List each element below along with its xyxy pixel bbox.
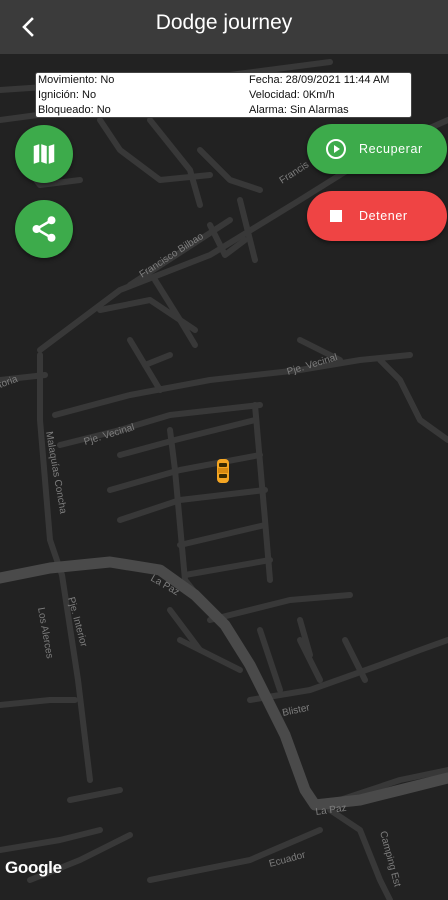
car-icon <box>217 459 229 483</box>
detener-label: Detener <box>359 209 408 223</box>
svg-text:Francis: Francis <box>278 159 311 186</box>
share-icon <box>32 216 56 242</box>
map-type-button[interactable] <box>15 125 73 183</box>
play-circle-icon <box>326 139 346 159</box>
recuperar-label: Recuperar <box>359 142 423 156</box>
vehicle-info-panel: Movimiento: No Fecha: 28/09/2021 11:44 A… <box>35 72 412 118</box>
alarma-text: Alarma: Sin Alarmas <box>249 104 349 116</box>
svg-text:Blister: Blister <box>281 702 311 719</box>
share-button[interactable] <box>15 200 73 258</box>
bloqueado-text: Bloqueado: No <box>38 104 111 116</box>
ignicion-text: Ignición: No <box>38 89 97 101</box>
detener-button[interactable]: Detener <box>307 191 447 241</box>
stop-icon <box>330 210 342 222</box>
movimiento-text: Movimiento: No <box>38 74 115 86</box>
fecha-text: Fecha: 28/09/2021 11:44 AM <box>249 74 390 86</box>
velocidad-text: Velocidad: 0Km/h <box>249 89 335 101</box>
recuperar-button[interactable]: Recuperar <box>307 124 447 174</box>
map-icon <box>31 141 57 167</box>
vehicle-marker[interactable] <box>216 458 230 489</box>
svg-text:Los Alerces: Los Alerces <box>35 607 55 660</box>
google-logo: Google <box>5 858 62 877</box>
page-title: Dodge journey <box>155 11 293 34</box>
svg-text:Pje. Vecinal: Pje. Vecinal <box>286 352 339 378</box>
svg-text:Pje. Vecinal: Pje. Vecinal <box>83 422 136 448</box>
app-bar: Dodge journey <box>0 0 448 54</box>
